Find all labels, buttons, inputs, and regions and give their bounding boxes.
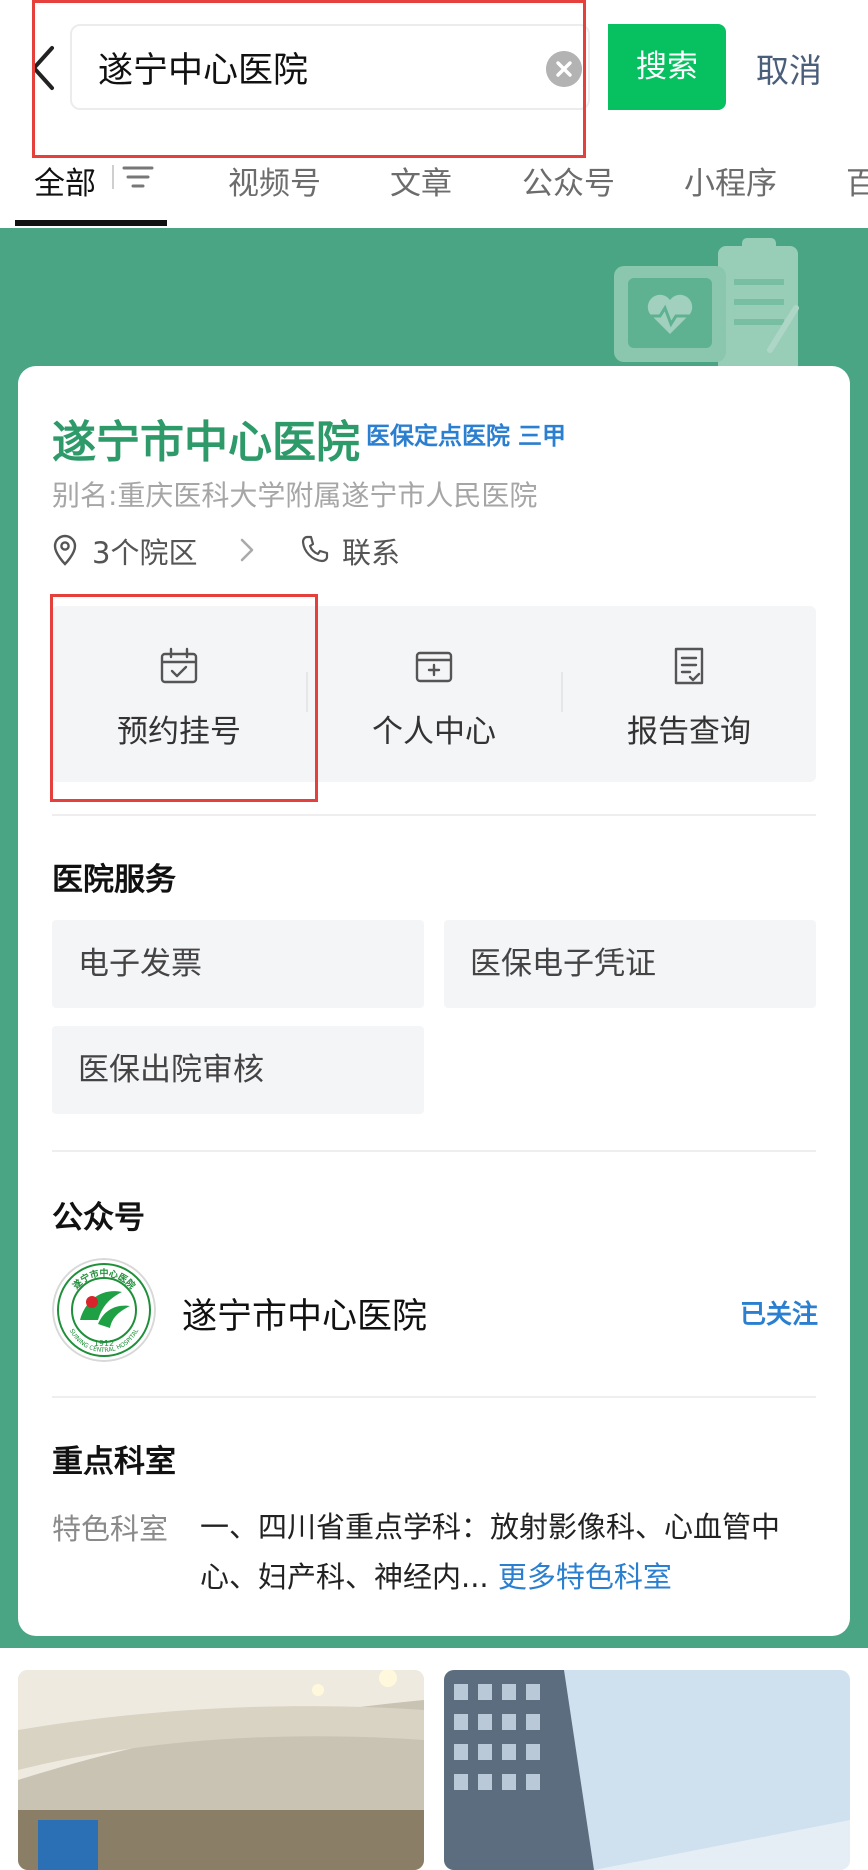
section-divider [52,1150,816,1152]
tab-video[interactable]: 视频号 [228,158,321,203]
section-divider [52,1396,816,1398]
medical-clipboard-icon [614,238,799,376]
tab-accounts[interactable]: 公众号 [522,158,615,203]
cancel-button[interactable]: 取消 [756,44,822,92]
tab-more[interactable]: 百 [846,158,868,203]
quick-action-reports[interactable]: 报告查询 [562,606,816,782]
filter-icon[interactable] [118,162,156,192]
departments-description: 一、四川省重点学科：放射影像科、心血管中心、妇产科、神经内... [200,1510,781,1594]
service-discharge-review[interactable]: 医保出院审核 [52,1026,424,1114]
hospital-alias: 别名:重庆医科大学附属遂宁市人民医院 [52,479,538,512]
section-divider [52,814,816,816]
tag-grade: 三甲 [518,422,566,450]
hospital-name[interactable]: 遂宁市中心医院 [52,406,360,470]
campus-link[interactable]: 3个院区 [92,530,197,572]
hospital-lobby-photo[interactable] [18,1670,424,1870]
more-departments-link[interactable]: 更多特色科室 [498,1560,672,1594]
contact-link[interactable]: 联系 [342,530,400,572]
hospital-logo-avatar[interactable]: 遂宁市中心医院 1912 SUINING CENTRAL HOSPITAL [52,1258,156,1362]
service-insurance-voucher[interactable]: 医保电子凭证 [444,920,816,1008]
tab-miniprograms[interactable]: 小程序 [684,158,777,203]
tab-divider [112,165,114,189]
booking-highlight-box [50,594,318,802]
personal-center-label: 个人中心 [372,714,496,750]
follow-status[interactable]: 已关注 [740,1294,818,1331]
services-title: 医院服务 [52,862,176,898]
service-e-invoice[interactable]: 电子发票 [52,920,424,1008]
official-account-name[interactable]: 遂宁市中心医院 [182,1288,427,1339]
reports-label: 报告查询 [627,714,751,750]
active-tab-indicator [15,220,167,226]
chevron-right-icon [240,538,254,562]
document-report-icon [674,647,704,685]
wallet-card-icon [415,651,453,683]
hospital-building-photo[interactable] [444,1670,850,1870]
tab-all[interactable]: 全部 [34,158,96,203]
search-button[interactable]: 搜索 [608,24,726,110]
location-pin-icon [53,534,77,566]
photo-gallery [0,1648,868,1870]
quick-action-personal-center[interactable]: 个人中心 [307,606,561,782]
departments-title: 重点科室 [52,1444,176,1480]
tab-articles[interactable]: 文章 [390,158,452,203]
tag-insurance: 医保定点医院 [366,422,510,450]
phone-icon [301,535,329,563]
hospital-card: 遂宁市中心医院 医保定点医院 三甲 别名:重庆医科大学附属遂宁市人民医院 3个院区… [18,366,850,1636]
featured-departments-label: 特色科室 [52,1512,169,1546]
official-account-title: 公众号 [52,1200,145,1236]
hospital-tags: 医保定点医院 三甲 [366,416,574,451]
search-highlight-box [32,0,586,158]
featured-departments-text: 一、四川省重点学科：放射影像科、心血管中心、妇产科、神经内... 更多特色科室 [200,1502,820,1602]
